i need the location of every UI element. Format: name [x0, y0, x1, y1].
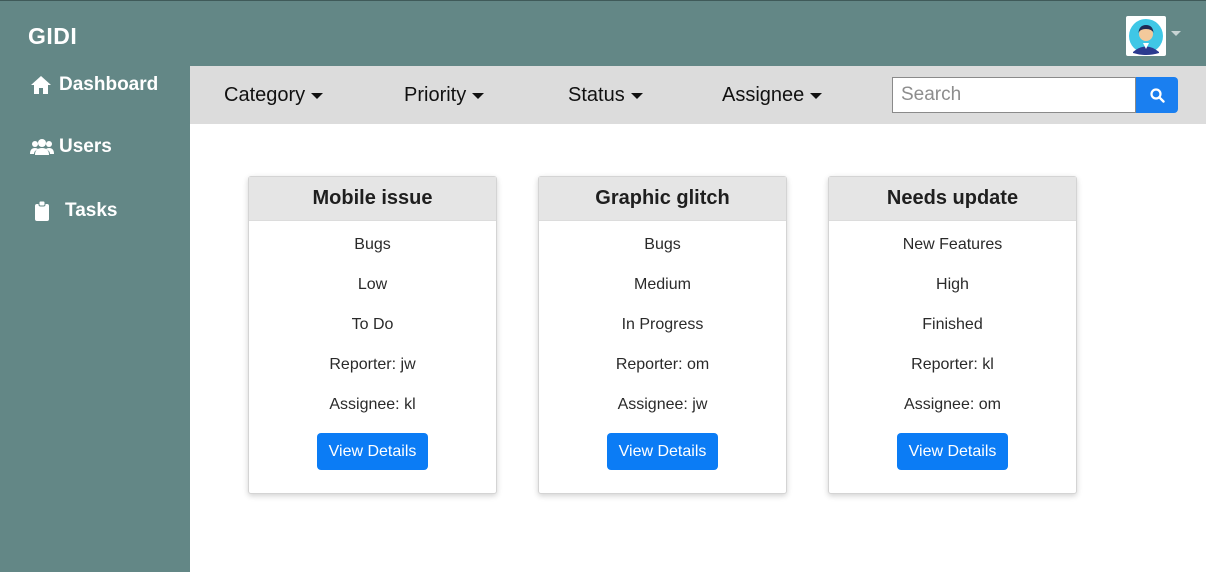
search-button[interactable]	[1136, 77, 1178, 113]
task-card-title: Graphic glitch	[539, 177, 786, 221]
view-details-button[interactable]: View Details	[897, 433, 1008, 470]
category-dropdown-label: Category	[224, 84, 306, 106]
task-assignee: Assignee: kl	[329, 396, 416, 413]
task-category: Bugs	[644, 236, 681, 253]
sidebar: Dashboard Users Tasks	[0, 66, 190, 572]
clipboard-icon	[34, 200, 62, 222]
task-reporter: Reporter: jw	[329, 356, 416, 373]
sidebar-item-users[interactable]: Users	[30, 136, 112, 158]
user-menu-toggle[interactable]	[1126, 16, 1184, 56]
task-card: Graphic glitch Bugs Medium In Progress R…	[538, 176, 787, 494]
caret-down-icon	[311, 92, 324, 99]
priority-dropdown[interactable]: Priority	[404, 84, 485, 107]
caret-down-icon	[810, 92, 823, 99]
top-navbar: GIDI	[0, 0, 1206, 66]
task-category: New Features	[902, 236, 1003, 253]
brand-logo-text[interactable]: GIDI	[28, 23, 77, 50]
task-status: To Do	[351, 316, 394, 333]
category-dropdown[interactable]: Category	[224, 84, 324, 107]
view-details-button[interactable]: View Details	[317, 433, 428, 470]
task-priority: Medium	[634, 276, 691, 293]
user-avatar-icon[interactable]	[1126, 16, 1166, 56]
assignee-dropdown[interactable]: Assignee	[722, 84, 823, 107]
status-dropdown-label: Status	[568, 84, 625, 106]
assignee-dropdown-label: Assignee	[722, 84, 805, 106]
task-card: Needs update New Features High Finished …	[828, 176, 1077, 494]
task-priority: High	[936, 276, 969, 293]
sidebar-item-tasks[interactable]: Tasks	[30, 200, 117, 222]
search-icon	[1149, 87, 1165, 103]
chevron-down-icon[interactable]	[1171, 31, 1181, 36]
task-reporter: Reporter: kl	[911, 356, 994, 373]
home-icon	[30, 74, 56, 96]
task-category: Bugs	[354, 236, 391, 253]
sidebar-item-label: Tasks	[65, 200, 118, 221]
task-card-title: Needs update	[829, 177, 1076, 221]
caret-down-icon	[630, 92, 643, 99]
search-input[interactable]	[892, 77, 1136, 113]
priority-dropdown-label: Priority	[404, 84, 467, 106]
task-status: Finished	[922, 316, 983, 333]
sidebar-item-label: Users	[59, 136, 112, 157]
task-assignee: Assignee: om	[904, 396, 1001, 413]
status-dropdown[interactable]: Status	[568, 84, 643, 107]
task-reporter: Reporter: om	[615, 356, 710, 373]
users-icon	[30, 136, 56, 158]
caret-down-icon	[472, 92, 485, 99]
sidebar-item-label: Dashboard	[59, 74, 159, 95]
task-card: Mobile issue Bugs Low To Do Reporter: jw…	[248, 176, 497, 494]
task-priority: Low	[357, 276, 388, 293]
task-assignee: Assignee: jw	[617, 396, 708, 413]
view-details-button[interactable]: View Details	[607, 433, 718, 470]
task-card-title: Mobile issue	[249, 177, 496, 221]
task-status: In Progress	[621, 316, 704, 333]
sidebar-item-dashboard[interactable]: Dashboard	[30, 74, 158, 96]
